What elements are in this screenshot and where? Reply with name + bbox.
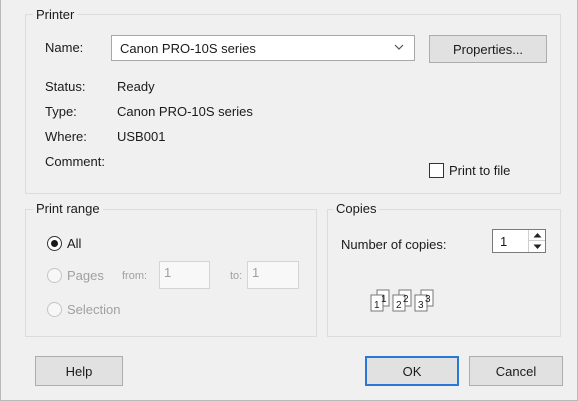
help-button[interactable]: Help <box>35 356 123 386</box>
collate-pages-icon: 11 22 33 <box>369 288 449 317</box>
all-label[interactable]: All <box>67 236 81 251</box>
printer-group-title: Printer <box>33 7 78 22</box>
number-of-copies-label: Number of copies: <box>341 237 447 252</box>
from-page-input[interactable]: 1 <box>159 261 210 289</box>
selection-radio[interactable] <box>47 302 62 317</box>
selection-label: Selection <box>67 302 121 317</box>
status-label: Status: <box>45 79 86 94</box>
spinner-buttons <box>528 230 545 252</box>
svg-text:2: 2 <box>403 294 409 305</box>
to-page-input[interactable]: 1 <box>247 261 299 289</box>
copies-group-title: Copies <box>333 201 380 216</box>
copies-value: 1 <box>500 234 508 249</box>
type-label: Type: <box>45 104 77 119</box>
copies-spinner[interactable]: 1 <box>492 229 546 253</box>
printer-name-select[interactable]: Canon PRO-10S series <box>111 35 415 61</box>
print-to-file-checkbox[interactable] <box>429 163 444 178</box>
comment-label: Comment: <box>45 154 105 169</box>
svg-text:3: 3 <box>418 300 424 311</box>
print-dialog: Printer Name: Canon PRO-10S series Prope… <box>0 0 578 401</box>
to-label: to: <box>230 270 243 282</box>
print-range-group-title: Print range <box>33 201 103 216</box>
chevron-down-icon <box>393 40 405 54</box>
name-label: Name: <box>45 40 84 55</box>
radio-selected-dot <box>51 240 58 247</box>
spin-down-icon[interactable] <box>529 241 545 252</box>
svg-text:1: 1 <box>374 300 380 311</box>
where-value: USB001 <box>117 129 166 144</box>
printer-name-value: Canon PRO-10S series <box>120 41 256 56</box>
type-value: Canon PRO-10S series <box>117 104 253 119</box>
all-radio[interactable] <box>47 236 62 251</box>
print-to-file-label[interactable]: Print to file <box>449 163 510 178</box>
pages-radio[interactable] <box>47 268 62 283</box>
from-label: from: <box>122 270 148 282</box>
pages-label: Pages <box>67 268 104 283</box>
spin-up-icon[interactable] <box>529 230 545 241</box>
svg-text:1: 1 <box>381 294 387 305</box>
where-label: Where: <box>45 129 87 144</box>
svg-text:3: 3 <box>425 294 431 305</box>
status-value: Ready <box>117 79 155 94</box>
ok-button[interactable]: OK <box>365 356 459 386</box>
properties-button[interactable]: Properties... <box>429 35 547 63</box>
cancel-button[interactable]: Cancel <box>469 356 563 386</box>
svg-text:2: 2 <box>396 300 402 311</box>
